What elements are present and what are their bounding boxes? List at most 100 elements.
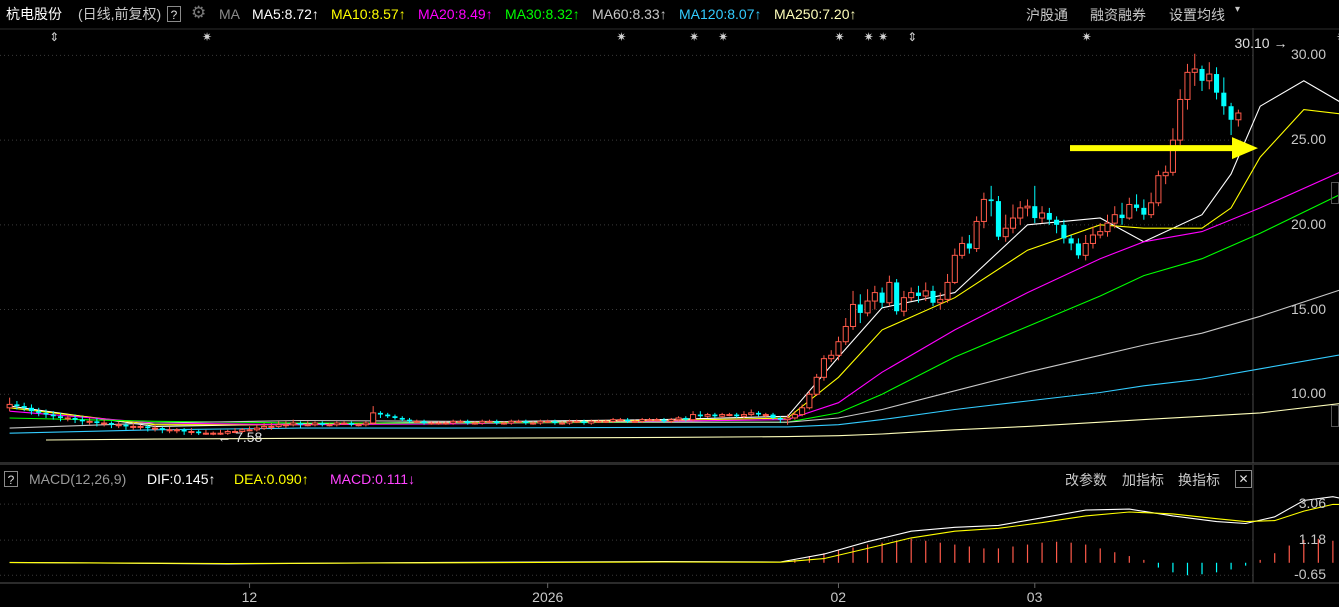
candle (413, 419, 420, 424)
candle-body (392, 416, 398, 418)
candle (973, 216, 980, 252)
candle (457, 419, 464, 424)
candle-body (566, 420, 573, 424)
candle (173, 428, 180, 434)
candle-body (348, 423, 354, 425)
candle (959, 236, 966, 259)
candle-body (370, 412, 377, 424)
candle (196, 429, 202, 435)
candle (108, 421, 114, 429)
candle (1002, 214, 1009, 242)
candle-body (64, 417, 71, 420)
candle-body (930, 290, 936, 303)
candle-body (900, 297, 907, 312)
ma-line-ma10 (9, 109, 1339, 426)
candle-body (406, 419, 413, 422)
candle-body (500, 422, 508, 425)
candle (515, 419, 522, 424)
candle-body (115, 424, 122, 427)
candle-body (697, 414, 703, 417)
candle-body (508, 420, 515, 424)
price-tick-label: 15.00 (1290, 300, 1326, 317)
candle (333, 421, 340, 427)
candle-body (748, 412, 755, 416)
candle (319, 421, 325, 427)
candle (820, 355, 827, 381)
axis-divider (0, 582, 1339, 584)
candle-body (1228, 106, 1234, 120)
low-price-label: ← 7.58 (217, 429, 263, 446)
candle-body (559, 422, 566, 425)
candle-body (1235, 112, 1242, 121)
candle-body (181, 429, 187, 432)
macd-dea: DEA:0.090↑ (234, 471, 309, 487)
candle-body (152, 427, 159, 430)
candle-body (486, 420, 493, 423)
candle (1075, 238, 1081, 259)
switch-indicator-button[interactable]: 换指标 (1178, 470, 1220, 490)
macd-help-button[interactable]: ? (4, 471, 18, 487)
candle-body (268, 425, 275, 428)
candle-body (377, 412, 383, 415)
candle (1009, 204, 1017, 234)
candle-body (806, 393, 813, 409)
candle (995, 196, 1001, 241)
candle-body (326, 424, 333, 427)
candle-body (123, 424, 129, 427)
candle-body (828, 354, 835, 360)
candle-body (922, 290, 929, 297)
event-marker-icon: ✷ (202, 30, 212, 44)
candle-body (479, 420, 486, 424)
candle (1126, 197, 1133, 220)
add-indicator-button[interactable]: 加指标 (1122, 470, 1164, 490)
candle-body (523, 421, 529, 424)
candle (930, 285, 936, 307)
candle (36, 407, 42, 417)
candle (1017, 201, 1024, 225)
close-icon[interactable]: ✕ (1235, 470, 1252, 488)
candle (617, 417, 624, 422)
candle (748, 409, 755, 417)
candle (311, 421, 319, 427)
edit-params-button[interactable]: 改参数 (1065, 470, 1107, 490)
stock-chart[interactable]: ⇕✷✷✷✷✷✷✷⇕✷✷✷ (0, 0, 1339, 607)
candle-body (1104, 222, 1111, 233)
candle (908, 287, 915, 302)
candle (1191, 53, 1198, 86)
candle (857, 294, 863, 324)
ma-line-ma60 (9, 289, 1339, 429)
candle-body (937, 298, 944, 304)
event-marker-icon: ✷ (864, 30, 874, 44)
candle (1119, 202, 1125, 225)
candle-body (820, 358, 827, 378)
candle-body (668, 419, 675, 422)
candle (1221, 77, 1227, 115)
candle (494, 419, 500, 425)
candle (980, 192, 987, 229)
candle-body (1184, 71, 1191, 100)
scroll-handle[interactable] (1331, 405, 1339, 427)
candle-body (908, 292, 915, 299)
candle-body (1177, 98, 1184, 141)
candle-body (1162, 171, 1169, 177)
candle-body (704, 414, 711, 417)
candle-body (544, 420, 551, 423)
candle-body (36, 411, 42, 413)
ma-line-ma5 (9, 80, 1339, 427)
candle-body (777, 417, 783, 420)
candle-body (683, 417, 689, 420)
candle-body (261, 425, 268, 429)
candle-body (1199, 68, 1205, 81)
candle-body (471, 422, 478, 425)
candle-body (1191, 68, 1198, 73)
candle (944, 273, 951, 303)
candle-body (653, 419, 660, 422)
candle (1148, 192, 1155, 219)
high-price-label: 30.10 → (1234, 34, 1288, 51)
candle (166, 426, 173, 434)
candle-body (1221, 92, 1227, 107)
candle-body (137, 425, 144, 428)
scroll-up-handle[interactable] (1331, 182, 1339, 204)
candle (1104, 214, 1111, 237)
candle-body (421, 421, 427, 424)
